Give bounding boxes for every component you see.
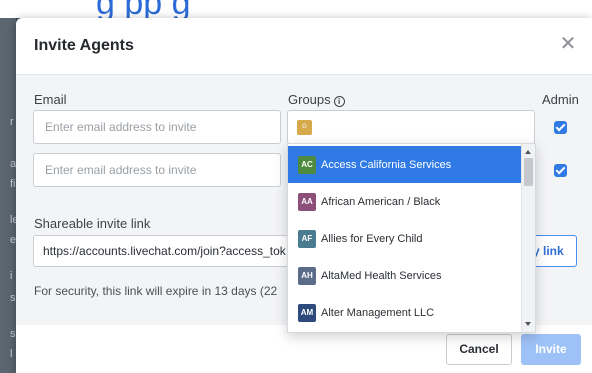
background-letter: s — [10, 292, 16, 304]
admin-checkbox-1[interactable] — [554, 121, 567, 134]
group-avatar: AF — [298, 229, 316, 248]
scroll-thumb[interactable] — [524, 158, 533, 186]
dropdown-item[interactable]: AA African American / Black — [288, 183, 522, 220]
groups-label: Groups i — [288, 92, 345, 107]
background-letter: r — [10, 116, 14, 128]
background-letter: i — [10, 270, 13, 282]
group-name: African American / Black — [321, 195, 441, 208]
groups-dropdown: AC Access California Services AA African… — [287, 143, 536, 333]
group-name: Allies for Every Child — [321, 232, 423, 245]
group-name: Alter Management LLC — [321, 306, 435, 319]
modal-header: Invite Agents ✕ — [16, 18, 592, 75]
group-avatar: AC — [298, 155, 316, 174]
background-sidebar: r a fi le e i s sl l — [0, 18, 19, 373]
group-name: Access California Services — [321, 158, 452, 171]
email-input-2[interactable]: Enter email address to invite — [33, 153, 281, 187]
background-letter: fi — [10, 178, 16, 190]
background-title-text: g pp g — [96, 0, 191, 18]
info-icon[interactable]: i — [333, 96, 345, 107]
group-avatar: AM — [298, 303, 316, 322]
group-name: AltaMed Health Services — [321, 269, 442, 282]
scroll-down-icon[interactable] — [525, 322, 531, 326]
dropdown-item[interactable]: AH AltaMed Health Services — [288, 257, 522, 294]
cancel-button[interactable]: Cancel — [446, 334, 512, 365]
dropdown-item[interactable]: AC Access California Services — [288, 146, 522, 183]
modal-title: Invite Agents — [34, 37, 134, 54]
background-header: g pp g — [0, 0, 592, 18]
background-letter: l — [10, 348, 13, 360]
link-expiry-text: For security, this link will expire in 1… — [34, 284, 278, 298]
groups-label-text: Groups — [288, 92, 331, 107]
group-avatar: AA — [298, 192, 316, 211]
group-avatar: AH — [298, 266, 316, 285]
scroll-up-icon[interactable] — [525, 150, 531, 154]
dropdown-scrollbar[interactable] — [521, 144, 535, 332]
email-input-1[interactable]: Enter email address to invite — [33, 110, 281, 144]
invite-link-label: Shareable invite link — [34, 216, 151, 231]
admin-label: Admin — [542, 92, 579, 107]
groups-select-1[interactable]: G — [287, 110, 535, 144]
email-label: Email — [34, 92, 67, 107]
dropdown-item[interactable]: AM Alter Management LLC — [288, 294, 522, 331]
dropdown-item[interactable]: AF Allies for Every Child — [288, 220, 522, 257]
close-icon[interactable]: ✕ — [556, 32, 580, 56]
invite-link-input[interactable]: https://accounts.livechat.com/join?acces… — [33, 235, 297, 267]
invite-button[interactable]: Invite — [521, 334, 581, 365]
admin-checkbox-2[interactable] — [554, 164, 567, 177]
group-chip: G — [297, 120, 312, 135]
